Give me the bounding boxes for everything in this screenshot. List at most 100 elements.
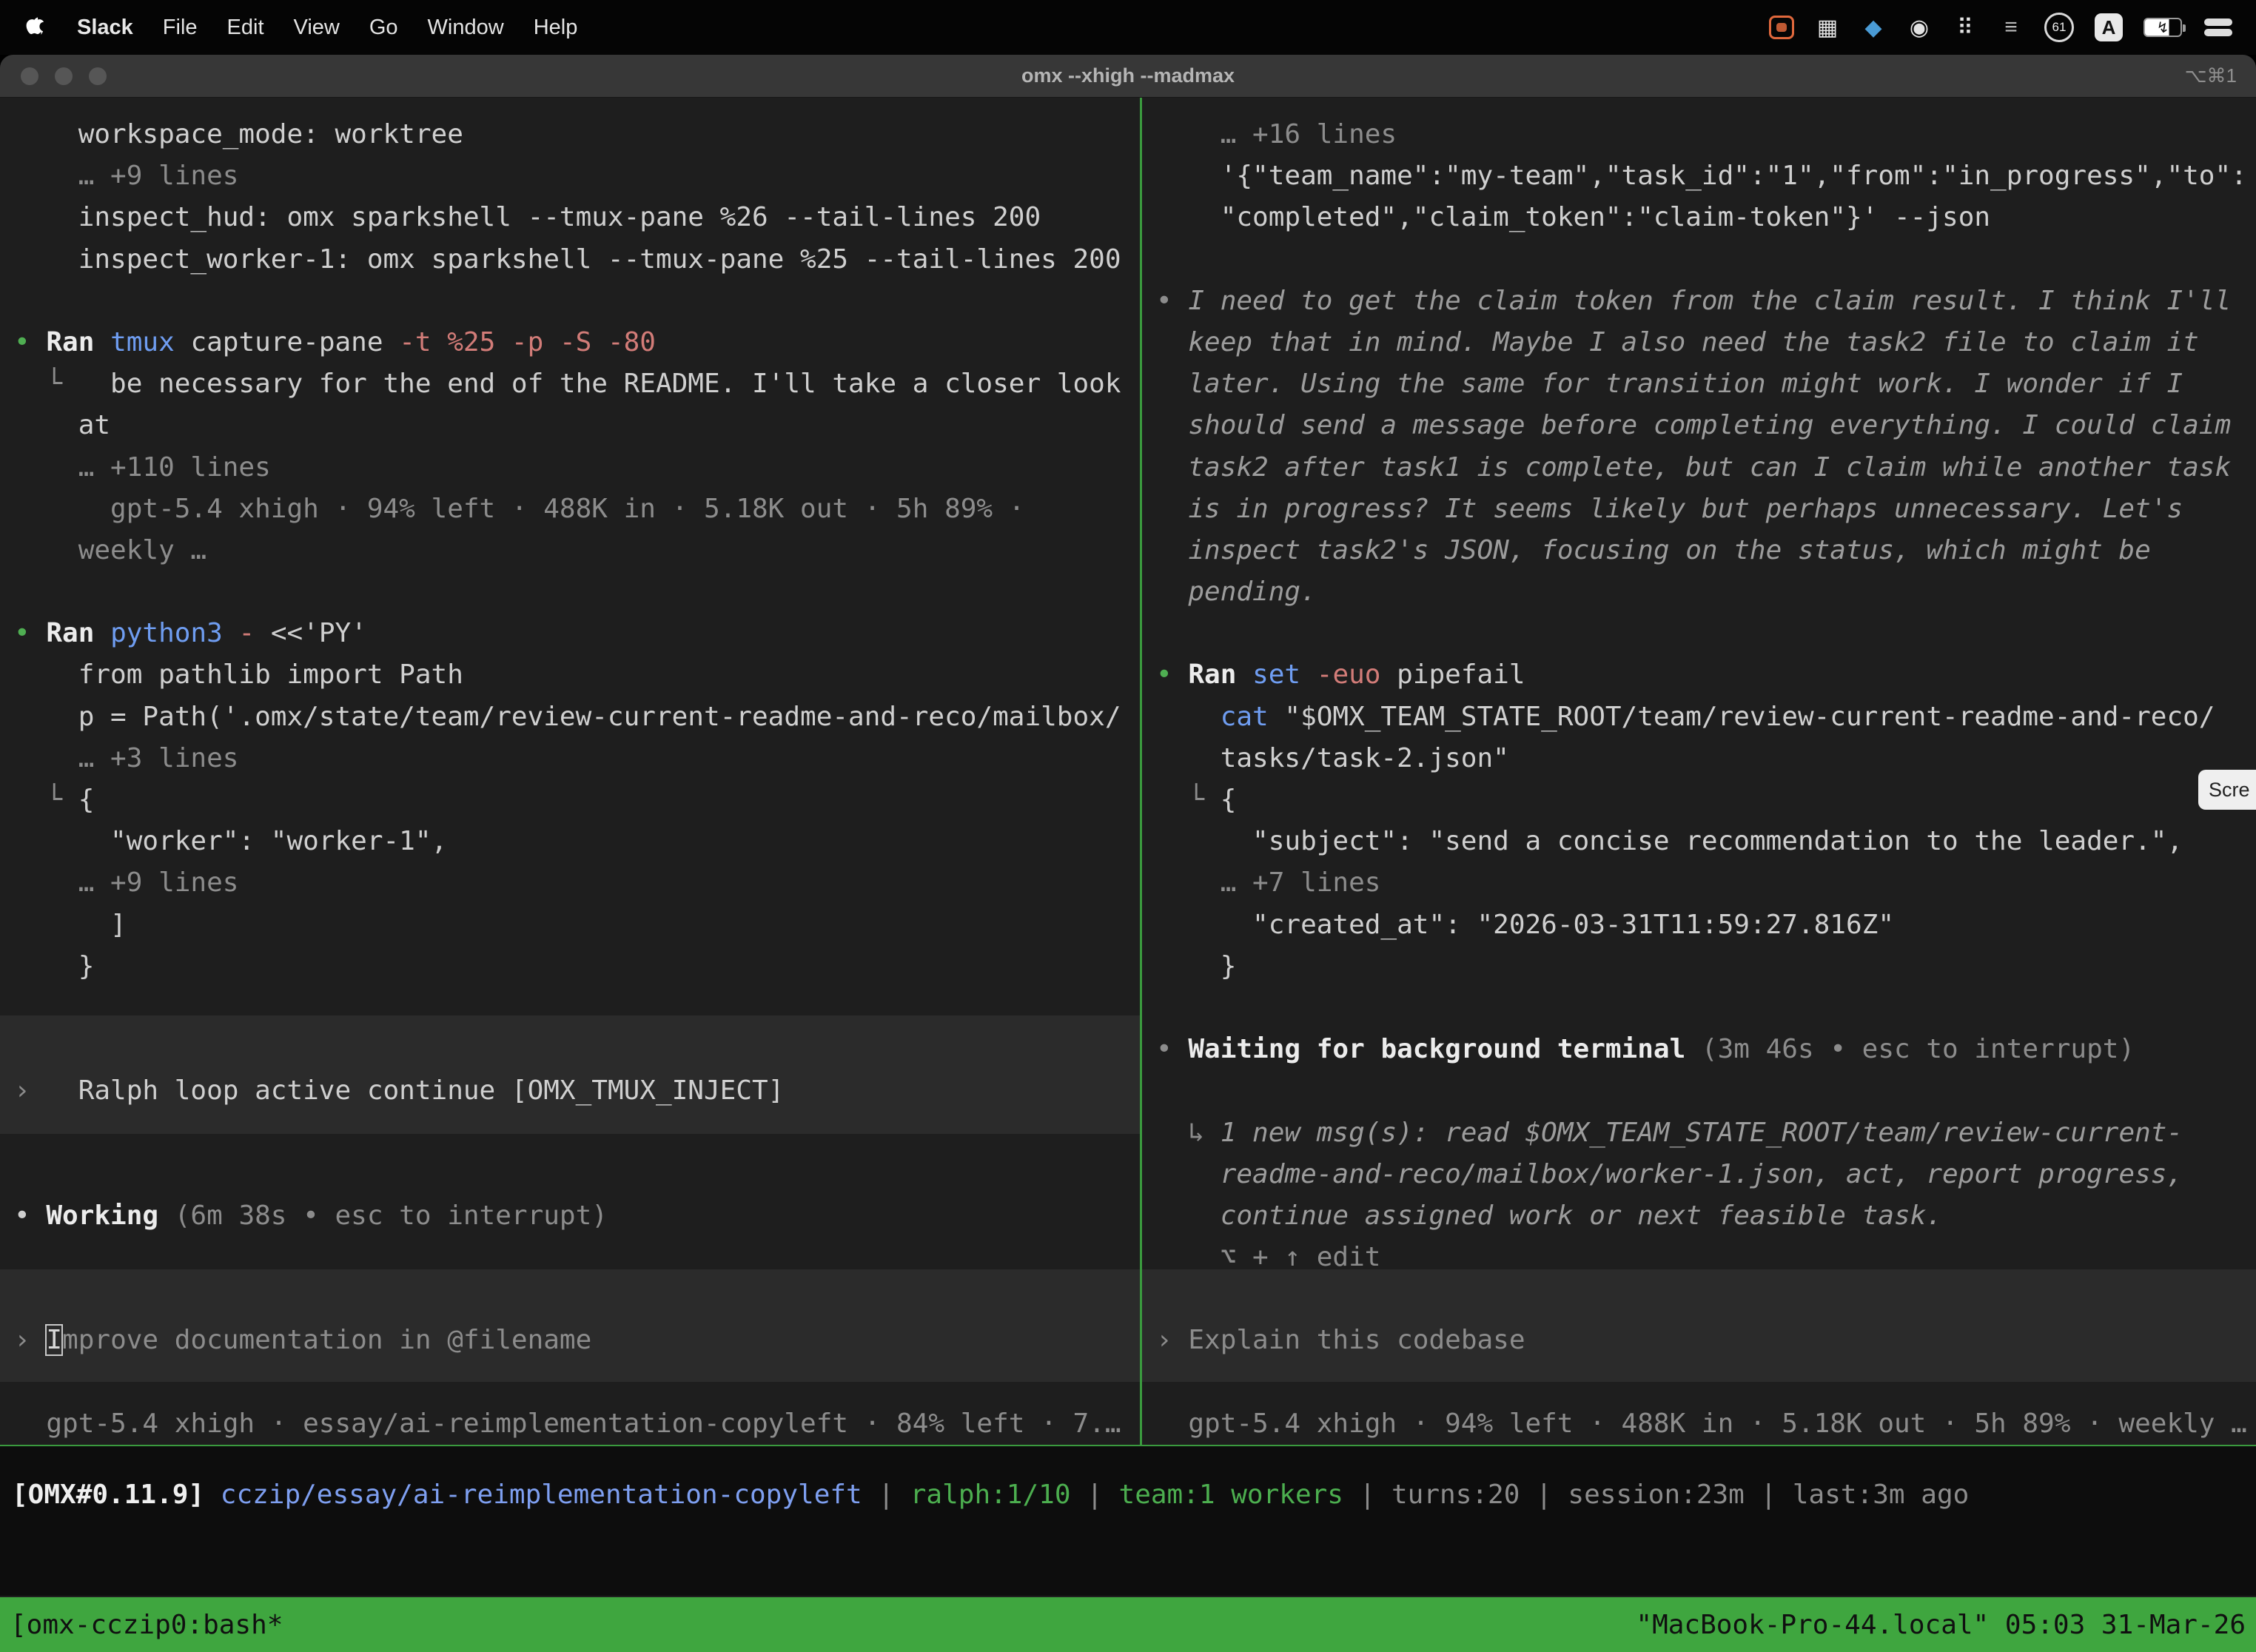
screen-share-overlay: Scre [2198,770,2256,810]
screen-recording-icon[interactable] [1769,16,1794,39]
terminal-line [14,1112,1140,1154]
text-segment: Ran [1188,659,1252,690]
menu-item-edit[interactable]: Edit [227,16,264,40]
terminal-line [14,1029,1140,1070]
terminal-line: tasks/task-2.json" [1156,738,2256,779]
terminal-line: is in progress? It seems likely but perh… [1156,488,2256,530]
terminal-line: • Ran tmux capture-pane -t %25 -p -S -80 [14,322,1140,363]
keyboard-input-icon[interactable]: A [2095,13,2123,41]
control-center-icon[interactable] [2203,17,2234,38]
terminal-line: └ { [1156,779,2256,821]
text-segment: last:3m ago [1793,1480,1969,1510]
text-segment: | [1745,1480,1793,1510]
menu-item-file[interactable]: File [163,16,198,40]
text-segment: • [14,1201,46,1231]
screen-mirroring-icon[interactable]: ▦ [1815,13,1840,42]
app-icon-blue[interactable]: ◆ [1861,13,1886,42]
battery-percentage-badge[interactable]: 61 [2044,13,2074,42]
text-segment: continue assigned work or next feasible … [1156,1201,1942,1231]
minimize-button[interactable] [55,67,73,85]
menu-bar: Slack File Edit View Go Window Help ▦ ◆ ◉ ⠿… [0,0,2256,55]
text-segment: • [14,618,46,648]
terminal-line: "worker": "worker-1", [14,821,1140,862]
menu-item-view[interactable]: View [294,16,340,40]
text-segment: mprove documentation in @filename [62,1325,591,1355]
app-icon-round[interactable]: ◉ [1907,13,1932,42]
pane-right-content: … +16 lines '{"team_name":"my-team","tas… [1142,98,2256,1445]
menu-item-window[interactable]: Window [428,16,504,40]
terminal-line: continue assigned work or next feasible … [1156,1195,2256,1237]
text-segment: inspect_hud: omx sparkshell --tmux-pane … [14,202,1041,232]
window-shortcut-hint: ⌥⌘1 [2185,64,2237,87]
text-segment: (3m 46s • esc to interrupt) [1702,1034,2135,1064]
terminal-line: • I need to get the claim token from the… [1156,281,2256,322]
terminal-line: p = Path('.omx/state/team/review-current… [14,696,1140,738]
menu-bar-left: Slack File Edit View Go Window Help [22,13,577,42]
text-segment: I [46,1325,62,1355]
text-segment: weekly … [14,535,207,565]
terminal-line: later. Using the same for transition mig… [1156,363,2256,405]
terminal-line: keep that in mind. Maybe I also need the… [1156,322,2256,363]
terminal-line: } [1156,946,2256,987]
text-segment: Ran [46,327,110,357]
text-segment: ralph:1/10 [910,1480,1071,1510]
text-segment: I need to get the claim token from the c… [1188,286,2231,316]
terminal-line: at [14,405,1140,446]
terminal-line: should send a message before completing … [1156,405,2256,446]
text-segment: Working [46,1201,174,1231]
text-segment: p = Path('.omx/state/team/review-current… [14,702,1121,732]
traffic-lights [21,67,107,85]
dots-grid-icon[interactable]: ⠿ [1953,13,1978,42]
stats-widget-icon[interactable]: ≡ [1998,13,2024,42]
text-segment: … +7 lines [1156,867,1380,898]
menu-item-app[interactable]: Slack [77,16,133,40]
text-segment: gpt-5.4 xhigh · 94% left · 488K in · 5.1… [14,494,1024,524]
text-segment: set [1252,659,1317,690]
terminal-line: … +3 lines [14,738,1140,779]
text-segment: gpt-5.4 xhigh · 94% left · 488K in · 5.1… [1156,1408,2247,1439]
text-segment: turns:20 [1391,1480,1520,1510]
text-segment: › [1156,1325,1188,1355]
text-segment: <<'PY' [271,618,367,648]
terminal-line: pending. [1156,571,2256,613]
terminal-line: task2 after task1 is complete, but can I… [1156,447,2256,488]
terminal-line: } [14,946,1140,987]
text-segment: "$OMX_TEAM_STATE_ROOT/team/review-curren… [1284,702,2215,732]
terminal-line: ] [14,904,1140,946]
tmux-pane-right[interactable]: … +16 lines '{"team_name":"my-team","tas… [1142,98,2256,1445]
terminal-line: … +7 lines [1156,862,2256,904]
text-segment: ] [14,910,127,940]
apple-menu-icon[interactable] [22,13,47,42]
menu-item-go[interactable]: Go [369,16,398,40]
text-segment: python3 [110,618,238,648]
terminal-line [14,987,1140,1029]
text-segment: • [1156,659,1188,690]
window-title: omx --xhigh --madmax [0,64,2256,87]
terminal-line [1156,1362,2256,1403]
text-segment: be necessary for the end of the README. … [110,369,1121,399]
menu-item-help[interactable]: Help [534,16,578,40]
text-segment: › [14,1075,78,1106]
zoom-button[interactable] [89,67,107,85]
text-segment: "worker": "worker-1", [14,826,447,856]
terminal-line: gpt-5.4 xhigh · 94% left · 488K in · 5.1… [14,488,1140,530]
close-button[interactable] [21,67,38,85]
battery-icon[interactable]: ↯ [2143,18,2182,37]
pane-divider[interactable] [1140,98,1142,1445]
pane-left-content: workspace_mode: worktree … +9 lines insp… [0,98,1140,1445]
tmux-pane-left[interactable]: workspace_mode: worktree … +9 lines insp… [0,98,1140,1445]
text-segment: should send a message before completing … [1156,410,2231,440]
text-segment: - [238,618,270,648]
text-segment: … +3 lines [14,743,238,773]
terminal-line: gpt-5.4 xhigh · 94% left · 488K in · 5.1… [1156,1403,2256,1445]
window-title-bar[interactable]: omx --xhigh --madmax ⌥⌘1 [0,55,2256,98]
text-segment: from pathlib import Path [14,659,463,690]
text-segment: { [1221,785,1237,815]
tmux-status-bar: [omx-cczip0:bash* "MacBook-Pro-44.local"… [0,1597,2256,1652]
text-segment: pipefail [1397,659,1525,690]
text-segment: [OMX#0.11.9] [12,1480,221,1510]
text-segment: "completed","claim_token":"claim-token"}… [1156,202,1990,232]
terminal-line [14,281,1140,322]
text-segment: is in progress? It seems likely but perh… [1156,494,2183,524]
tmux-session-window[interactable]: [omx-cczip0:bash* [10,1610,283,1640]
